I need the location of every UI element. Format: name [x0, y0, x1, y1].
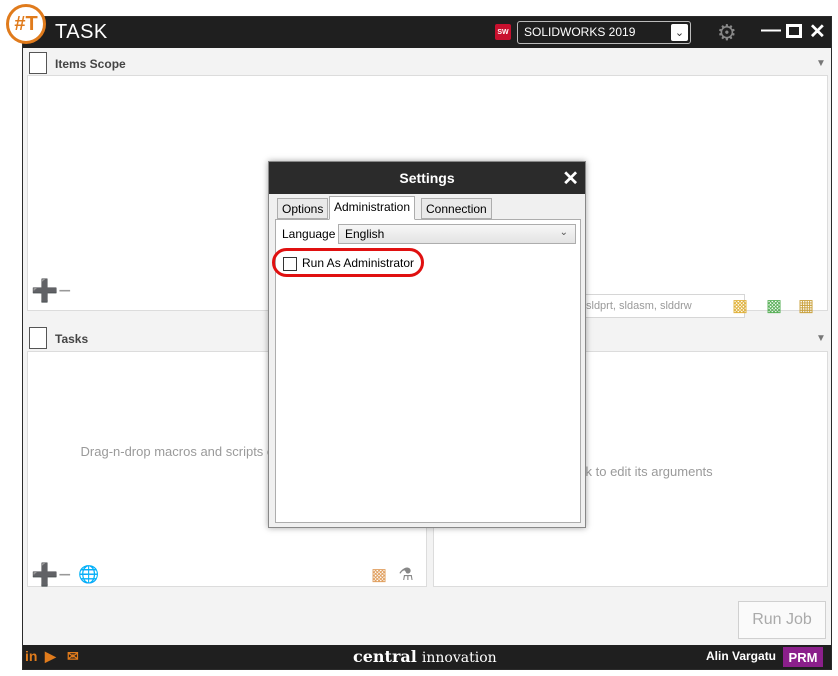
document-icon [29, 52, 47, 74]
chevron-down-icon: ⌄ [671, 24, 688, 41]
status-bar: in ▶ ✉ central innovation Alin Vargatu P… [23, 645, 831, 669]
license-badge: PRM [783, 647, 823, 667]
filter-input[interactable]: sldprt, sldasm, slddrw [579, 294, 745, 318]
arguments-hint: sk to edit its arguments [579, 464, 713, 479]
collapse-arrow-icon[interactable]: ▼ [816, 58, 826, 69]
mail-icon[interactable]: ✉ [67, 648, 79, 665]
brand-logo: central innovation [353, 647, 497, 666]
brand-bold: central [353, 647, 417, 666]
run-job-button[interactable]: Run Job [738, 601, 826, 639]
minimize-button[interactable]: — [761, 19, 781, 42]
add-remove-icon[interactable]: ➕− [31, 278, 71, 304]
language-label: Language [282, 227, 336, 241]
solidworks-icon: SW [495, 24, 511, 40]
language-select[interactable]: English ⌄ [338, 224, 576, 244]
window-title: TASK [55, 21, 108, 43]
tab-connection[interactable]: Connection [421, 198, 492, 219]
linkedin-icon[interactable]: in [25, 648, 37, 664]
user-name: Alin Vargatu [706, 649, 777, 663]
add-assembly-icon[interactable]: ▦ [795, 295, 817, 317]
app-root: TASK SW SOLIDWORKS 2019 ⌄ ⚙ — ✕ Items Sc… [0, 0, 838, 676]
add-remove-task-icon[interactable]: ➕− [31, 562, 71, 588]
tab-options[interactable]: Options [277, 198, 329, 219]
title-bar: TASK SW SOLIDWORKS 2019 ⌄ ⚙ — ✕ [23, 17, 831, 48]
dialog-close-button[interactable]: ✕ [562, 166, 579, 191]
tasks-title: Tasks [55, 332, 89, 346]
maximize-icon [786, 24, 802, 38]
language-value: English [345, 227, 385, 241]
clipboard-icon [29, 327, 47, 349]
collapse-arrow-icon[interactable]: ▼ [816, 333, 826, 344]
items-scope-title: Items Scope [55, 57, 126, 71]
macro-icon[interactable]: ▩ [368, 564, 390, 586]
settings-dialog: Settings ✕ Options Administration Connec… [268, 161, 586, 528]
youtube-icon[interactable]: ▶ [45, 648, 56, 665]
dialog-title: Settings [269, 162, 585, 194]
version-select[interactable]: SOLIDWORKS 2019 ⌄ [517, 21, 691, 44]
attach-icon[interactable]: ⚗ [395, 564, 417, 586]
app-logo: #T [6, 4, 46, 44]
add-component-icon[interactable]: ▩ [763, 295, 785, 317]
tab-administration[interactable]: Administration [329, 196, 416, 220]
chevron-down-icon: ⌄ [559, 227, 568, 238]
highlight-annotation [272, 248, 424, 277]
globe-icon[interactable]: 🌐 [78, 564, 100, 586]
add-folder-icon[interactable]: ▩ [729, 295, 751, 317]
close-button[interactable]: ✕ [809, 19, 826, 44]
gear-icon[interactable]: ⚙ [717, 20, 737, 46]
brand-light: innovation [421, 650, 497, 666]
version-select-value: SOLIDWORKS 2019 [524, 25, 636, 39]
maximize-button[interactable] [786, 20, 802, 38]
